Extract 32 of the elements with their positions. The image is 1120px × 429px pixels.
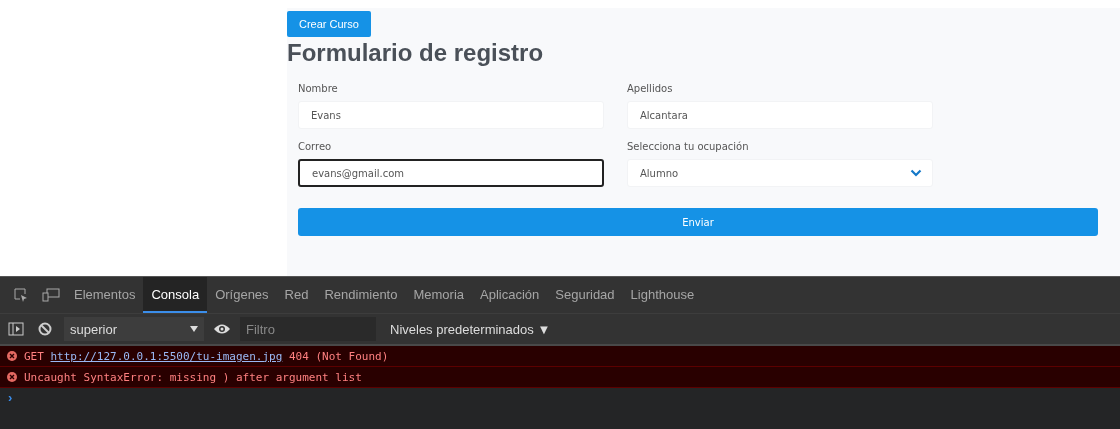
error-icon	[7, 372, 17, 382]
input-field[interactable]: evans@gmail.com	[298, 159, 604, 187]
field-label: Apellidos	[627, 83, 674, 94]
error-icon	[7, 351, 17, 361]
submit-button[interactable]: Enviar	[298, 208, 1098, 236]
resource-link[interactable]: http://127.0.0.1:5500/tu-imagen.jpg	[50, 349, 283, 363]
filter-field[interactable]: Filtro	[240, 317, 376, 341]
devtools-tab[interactable]: Elementos	[66, 277, 144, 313]
chevron-down-icon	[910, 169, 922, 177]
devtools-tab[interactable]: Red	[276, 277, 317, 313]
form-title: Formulario de registro	[287, 39, 545, 67]
devtools-tab[interactable]: Rendimiento	[316, 277, 406, 313]
occupation-select[interactable]: Alumno	[627, 159, 933, 187]
devtools-tab[interactable]: Memoria	[405, 277, 473, 313]
input-field[interactable]: Evans	[298, 101, 604, 129]
devtools-tab[interactable]: Consola	[143, 277, 208, 313]
dropdown-icon	[190, 326, 198, 332]
devtools-tab[interactable]: Lighthouse	[622, 277, 703, 313]
log-levels-dropdown[interactable]: Niveles predeterminados ▼	[384, 320, 557, 338]
input-field[interactable]: Alcantara	[627, 101, 933, 129]
devtools-tab[interactable]: Orígenes	[207, 277, 277, 313]
console-error-message: Uncaught SyntaxError: missing ) after argument list	[24, 370, 362, 384]
console-prompt[interactable]: ›	[0, 388, 1120, 405]
field-label: Selecciona tu ocupación	[627, 141, 750, 152]
field-label: Nombre	[298, 83, 339, 94]
create-course-button[interactable]: Crear Curso	[287, 11, 371, 37]
console-error-message: GET http://127.0.0.1:5500/tu-imagen.jpg 404 (Not Found)	[24, 349, 389, 363]
sidebar-toggle-icon[interactable]	[6, 322, 26, 336]
devtools-tab[interactable]: Aplicación	[472, 277, 548, 313]
field-label: Correo	[298, 141, 333, 152]
context-select[interactable]: superior	[64, 317, 204, 341]
devtools-tab[interactable]: Seguridad	[547, 277, 623, 313]
